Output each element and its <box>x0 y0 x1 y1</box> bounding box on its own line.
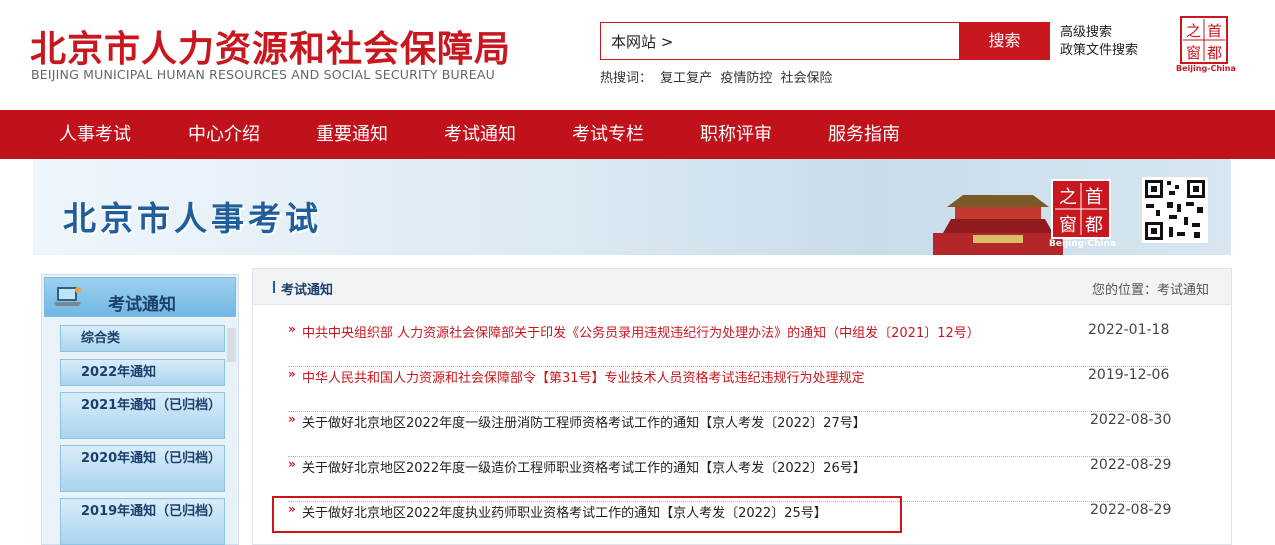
notice-row: » 中华人民共和国人力资源和社会保障部令【第31号】专业技术人员资格考试违纪违规… <box>288 367 1170 412</box>
arrow-icon: » <box>288 412 296 426</box>
arrow-icon: » <box>288 322 296 336</box>
nav-item-title-review[interactable]: 职称评审 <box>700 110 772 159</box>
hot-word-link[interactable]: 社会保险 <box>780 71 832 86</box>
notice-date: 2022-08-29 <box>1090 457 1172 473</box>
svg-text:之: 之 <box>1186 22 1201 40</box>
hot-search-label: 热搜词： <box>600 71 653 86</box>
arrow-icon: » <box>288 457 296 471</box>
section-marker <box>273 281 275 293</box>
laptop-icon <box>54 287 81 306</box>
svg-text:窗: 窗 <box>1059 215 1077 236</box>
hot-search-words: 热搜词： 复工复产 疫情防控 社会保险 <box>600 67 836 86</box>
svg-text:首: 首 <box>1207 22 1222 40</box>
sidebar-scrollbar[interactable] <box>227 328 236 362</box>
highlight-box <box>272 496 902 533</box>
sidebar-item-2022[interactable]: 2022年通知 <box>60 359 225 386</box>
tiananmen-gate-image <box>933 195 1063 255</box>
section-title: 考试通知 <box>281 283 334 298</box>
panel-header: 考试通知 您的位置：考试通知 <box>253 269 1231 305</box>
capital-window-seal-icon: 之 首 窗 都 <box>1051 179 1111 239</box>
hot-word-link[interactable]: 复工复产 <box>660 71 712 86</box>
notice-link[interactable]: 中华人民共和国人力资源和社会保障部令【第31号】专业技术人员资格考试违纪违规行为… <box>302 367 865 386</box>
sidebar-item-general[interactable]: 综合类 <box>60 325 225 352</box>
nav-item-center[interactable]: 中心介绍 <box>188 110 260 159</box>
svg-text:首: 首 <box>1085 187 1103 208</box>
policy-search-link[interactable]: 政策文件搜索 <box>1060 42 1138 60</box>
site-logo-subtitle: BEIJING MUNICIPAL HUMAN RESOURCES AND SO… <box>31 67 495 82</box>
notice-date: 2022-01-18 <box>1088 322 1170 338</box>
notice-date: 2022-08-30 <box>1090 412 1172 428</box>
sidebar-header: 考试通知 <box>44 277 236 317</box>
search-button[interactable]: 搜索 <box>959 22 1050 60</box>
notice-link[interactable]: 关于做好北京地区2022年度一级注册消防工程师资格考试工作的通知【京人考发〔20… <box>302 412 866 431</box>
svg-text:窗: 窗 <box>1186 44 1201 62</box>
notice-date: 2019-12-06 <box>1088 367 1170 383</box>
hot-word-link[interactable]: 疫情防控 <box>720 71 772 86</box>
seal-caption: Beijing-China <box>1176 64 1236 73</box>
site-logo-title[interactable]: 北京市人力资源和社会保障局 <box>30 20 511 72</box>
svg-text:都: 都 <box>1207 44 1222 62</box>
qr-code-icon[interactable] <box>1142 177 1208 243</box>
search-input[interactable]: 本网站 > <box>600 22 960 60</box>
sidebar-item-2019[interactable]: 2019年通知（已归档） <box>60 498 225 545</box>
notice-date: 2022-08-29 <box>1090 502 1172 518</box>
sidebar-item-2021[interactable]: 2021年通知（已归档） <box>60 392 225 439</box>
notice-link[interactable]: 中共中央组织部 人力资源社会保障部关于印发《公务员录用违规违纪行为处理办法》的通… <box>302 322 980 341</box>
nav-item-exam-column[interactable]: 考试专栏 <box>572 110 644 159</box>
sidebar-title: 考试通知 <box>108 295 176 315</box>
svg-text:之: 之 <box>1059 187 1077 208</box>
banner-seal-caption: Beijing·China <box>1049 239 1117 249</box>
advanced-search-links: 高级搜索 政策文件搜索 <box>1060 24 1138 60</box>
nav-item-important[interactable]: 重要通知 <box>316 110 388 159</box>
main-nav: 人事考试 中心介绍 重要通知 考试通知 考试专栏 职称评审 服务指南 <box>0 110 1275 159</box>
page-banner: 北京市人事考试 之 首 窗 都 Beijing·China <box>33 159 1231 255</box>
capital-window-seal-icon[interactable]: 之 首 窗 都 <box>1180 16 1228 64</box>
breadcrumb: 您的位置：考试通知 <box>1091 283 1209 298</box>
notice-link[interactable]: 关于做好北京地区2022年度一级造价工程师职业资格考试工作的通知【京人考发〔20… <box>302 457 866 476</box>
banner-title: 北京市人事考试 <box>63 199 322 238</box>
notice-row: » 关于做好北京地区2022年度一级注册消防工程师资格考试工作的通知【京人考发〔… <box>288 412 1172 457</box>
advanced-search-link[interactable]: 高级搜索 <box>1060 24 1138 42</box>
sidebar-item-2020[interactable]: 2020年通知（已归档） <box>60 445 225 492</box>
svg-text:都: 都 <box>1085 215 1103 236</box>
notice-row: » 中共中央组织部 人力资源社会保障部关于印发《公务员录用违规违纪行为处理办法》… <box>288 322 1170 367</box>
nav-item-service-guide[interactable]: 服务指南 <box>828 110 900 159</box>
arrow-icon: » <box>288 367 296 381</box>
sidebar: 考试通知 综合类 2022年通知 2021年通知（已归档） 2020年通知（已归… <box>41 274 239 545</box>
nav-item-exam-notice[interactable]: 考试通知 <box>444 110 516 159</box>
nav-item-exam[interactable]: 人事考试 <box>59 110 131 159</box>
search-scope-label[interactable]: 本网站 > <box>611 31 673 52</box>
site-header: 北京市人力资源和社会保障局 BEIJING MUNICIPAL HUMAN RE… <box>0 0 1275 110</box>
